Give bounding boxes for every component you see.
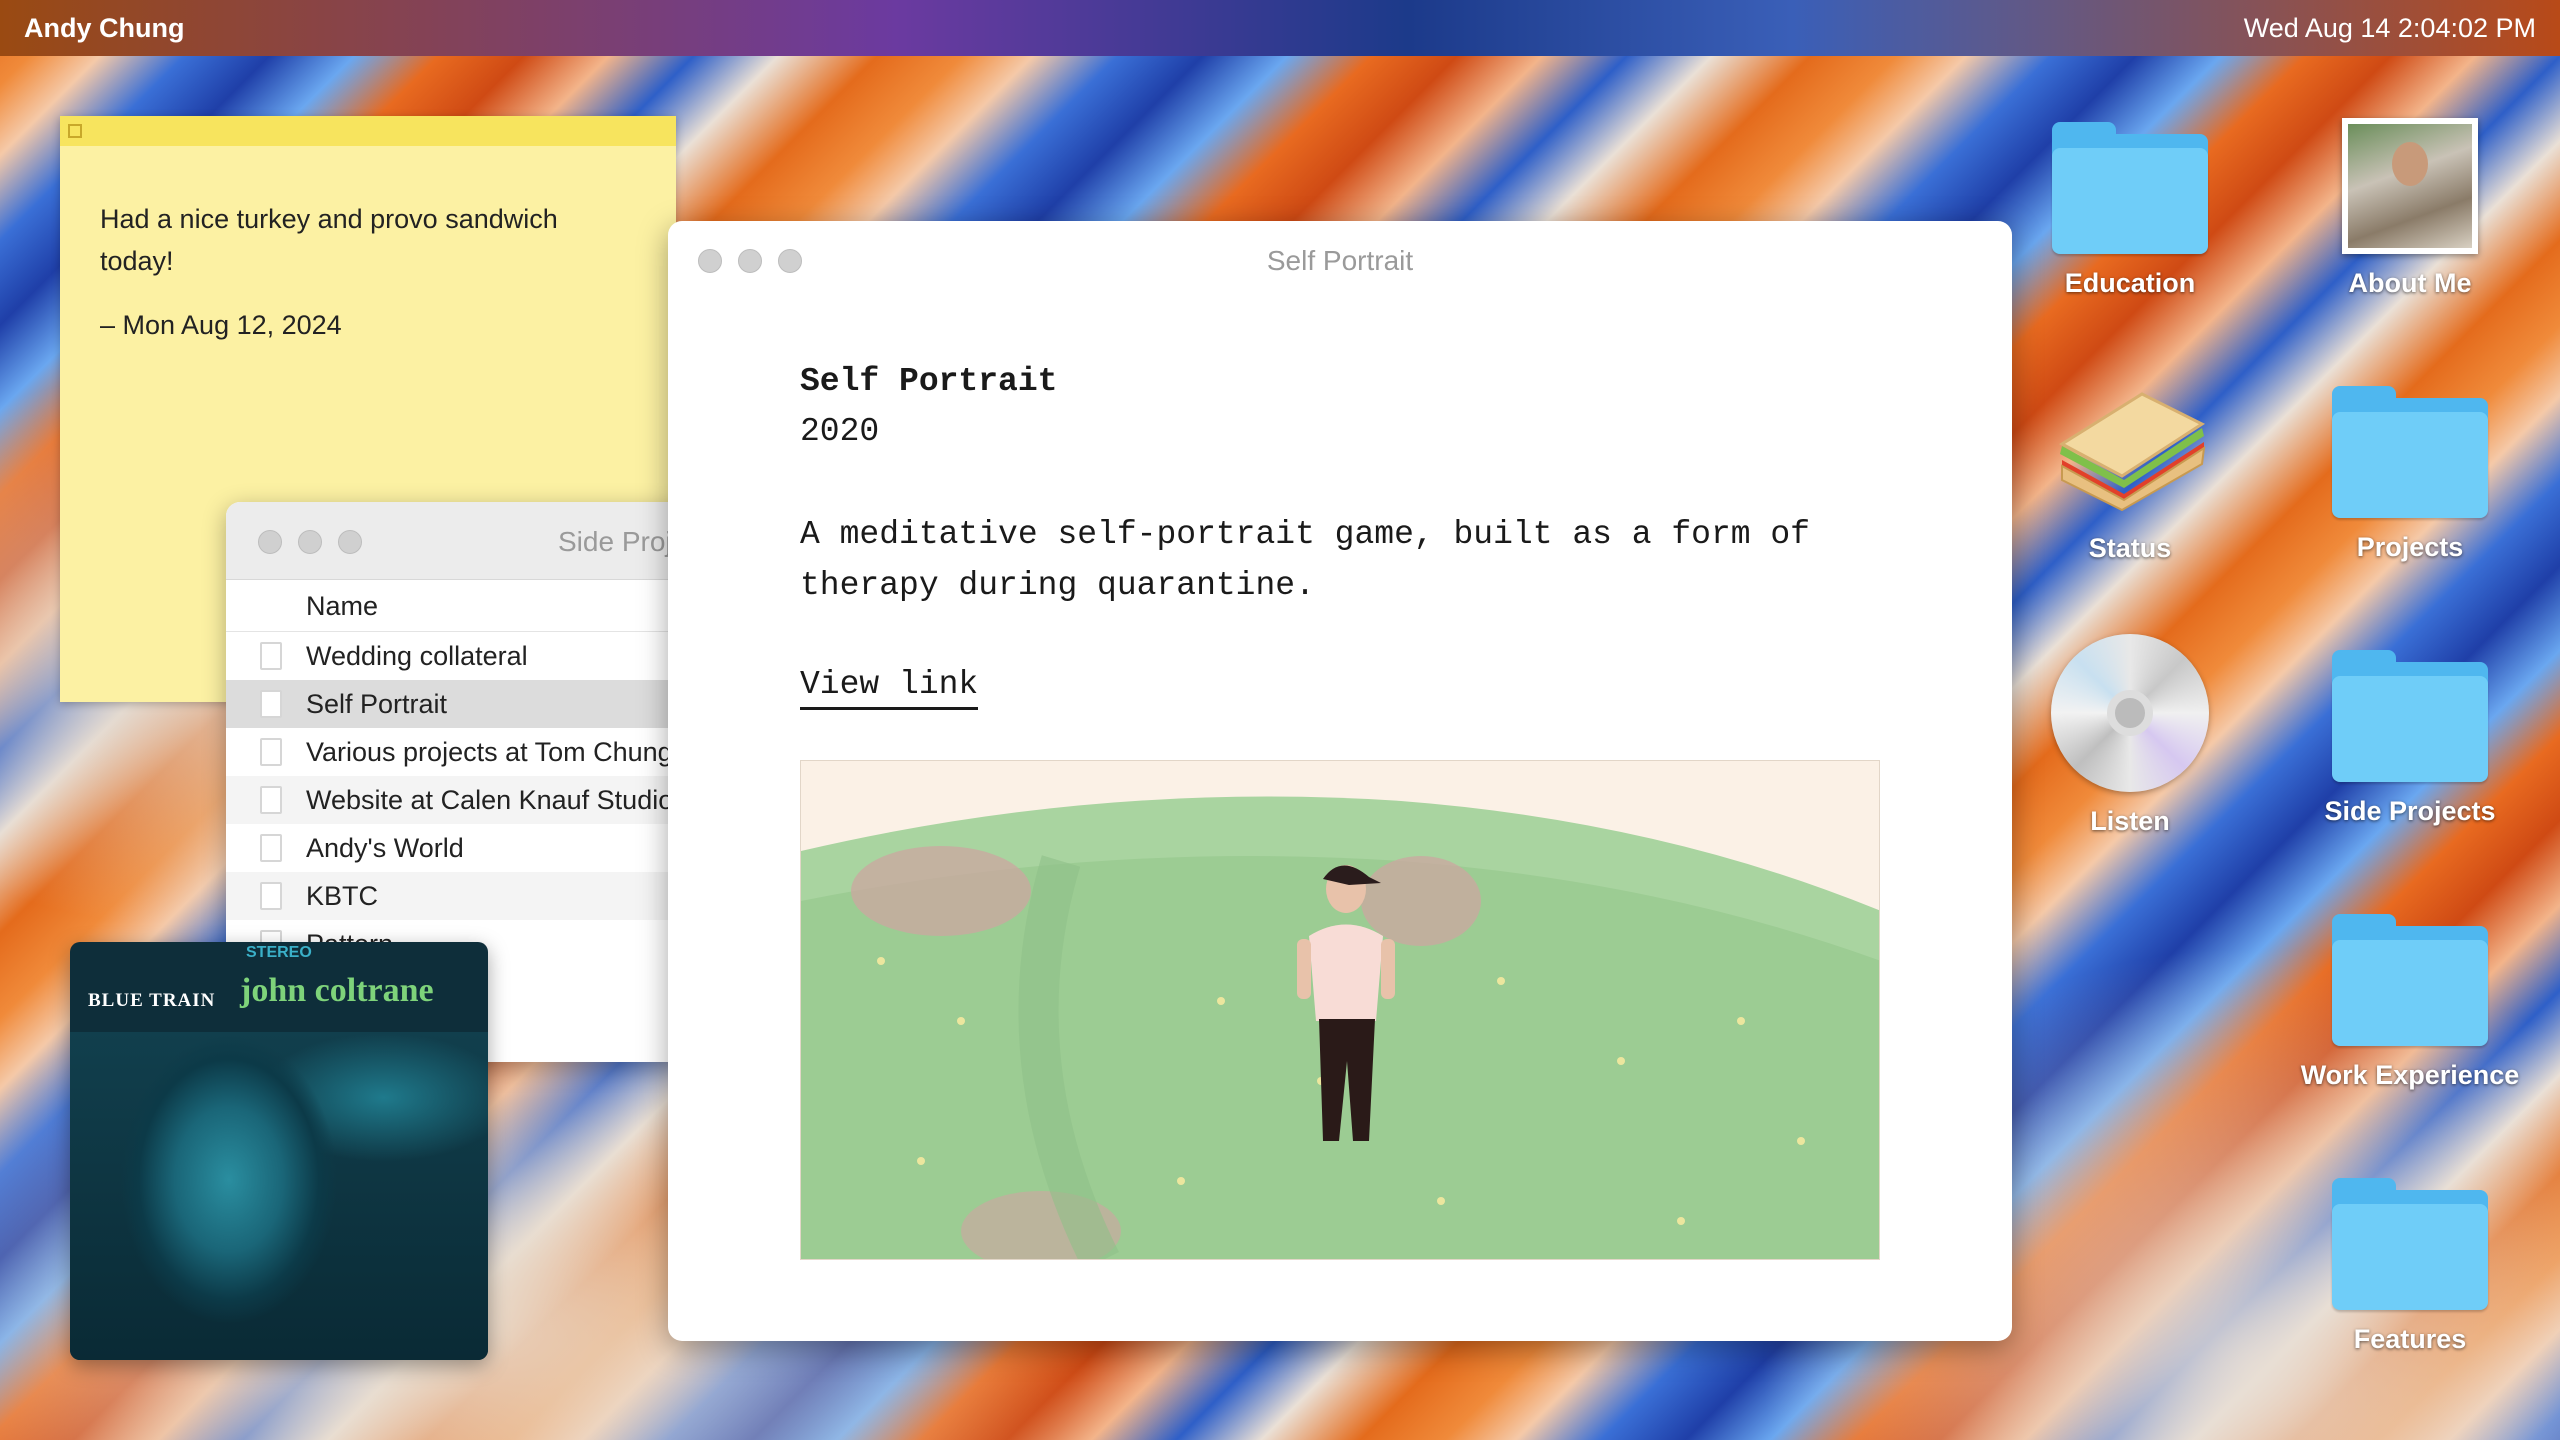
desktop-icon-work-experience[interactable]: Work Experience: [2290, 914, 2530, 1091]
sticky-note-signature: – Mon Aug 12, 2024: [100, 310, 342, 340]
cd-icon: [2051, 634, 2209, 792]
file-row[interactable]: Andy's World: [226, 824, 686, 872]
view-link[interactable]: View link: [800, 663, 979, 710]
close-icon[interactable]: [68, 124, 82, 138]
document-icon: [260, 642, 282, 670]
menu-clock: Wed Aug 14 2:04:02 PM: [2243, 12, 2536, 43]
minimize-window-button[interactable]: [298, 530, 322, 554]
desktop-icon-side-projects[interactable]: Side Projects: [2290, 650, 2530, 827]
file-row[interactable]: KBTC: [226, 872, 686, 920]
photo-icon: [2342, 118, 2478, 254]
desktop-icon-projects[interactable]: Projects: [2290, 386, 2530, 563]
owner-name[interactable]: Andy Chung: [24, 13, 184, 44]
document-icon: [260, 738, 282, 766]
document-icon: [260, 882, 282, 910]
sticky-note-titlebar[interactable]: [60, 116, 676, 146]
self-portrait-window[interactable]: Self Portrait Self Portrait 2020 A medit…: [668, 221, 2012, 1341]
album-title: BLUE TRAIN: [88, 990, 216, 1011]
zoom-window-button[interactable]: [338, 530, 362, 554]
close-window-button[interactable]: [258, 530, 282, 554]
project-year: 2020: [800, 413, 880, 450]
desktop-icon-about-me[interactable]: About Me: [2290, 118, 2530, 299]
file-row[interactable]: Self Portrait: [226, 680, 686, 728]
folder-icon: [2332, 650, 2488, 782]
folder-icon: [2332, 914, 2488, 1046]
side-projects-titlebar[interactable]: Side Projects: [226, 502, 686, 580]
project-heading: Self Portrait: [800, 363, 1058, 400]
file-row[interactable]: Wedding collateral: [226, 632, 686, 680]
file-row[interactable]: Website at Calen Knauf Studio: [226, 776, 686, 824]
desktop-icon-listen[interactable]: Listen: [2010, 634, 2250, 837]
menu-bar: Andy Chung Wed Aug 14 2:04:02 PM: [0, 0, 2560, 56]
document-icon: [260, 834, 282, 862]
sticky-note-text: Had a nice turkey and provo sandwich tod…: [100, 204, 558, 276]
project-screenshot: [800, 760, 1880, 1260]
game-scene-illustration: [801, 761, 1879, 1259]
desktop-icon-features[interactable]: Features: [2290, 1178, 2530, 1355]
album-stereo-label: STEREO: [246, 944, 312, 961]
folder-icon: [2052, 122, 2208, 254]
desktop-icon-education[interactable]: Education: [2010, 122, 2250, 299]
window-title: Side Projects: [558, 526, 686, 557]
desktop-icon-status[interactable]: Status: [2010, 384, 2250, 564]
document-icon: [260, 786, 282, 814]
window-title: Self Portrait: [1266, 245, 1414, 276]
album-cover[interactable]: STEREO BLUE TRAIN john coltrane: [70, 942, 488, 1360]
document-icon: [260, 690, 282, 718]
folder-icon: [2332, 1178, 2488, 1310]
folder-icon: [2332, 386, 2488, 518]
column-header-name[interactable]: Name: [226, 580, 686, 632]
album-portrait: [70, 1032, 488, 1360]
sandwich-icon: [2059, 392, 2206, 512]
album-artist: john coltrane: [240, 972, 434, 1009]
project-description: A meditative self-portrait game, built a…: [800, 516, 1810, 604]
file-list: Wedding collateral Self Portrait Various…: [226, 632, 686, 968]
file-row[interactable]: Various projects at Tom Chung: [226, 728, 686, 776]
self-portrait-titlebar[interactable]: Self Portrait: [668, 221, 2012, 301]
